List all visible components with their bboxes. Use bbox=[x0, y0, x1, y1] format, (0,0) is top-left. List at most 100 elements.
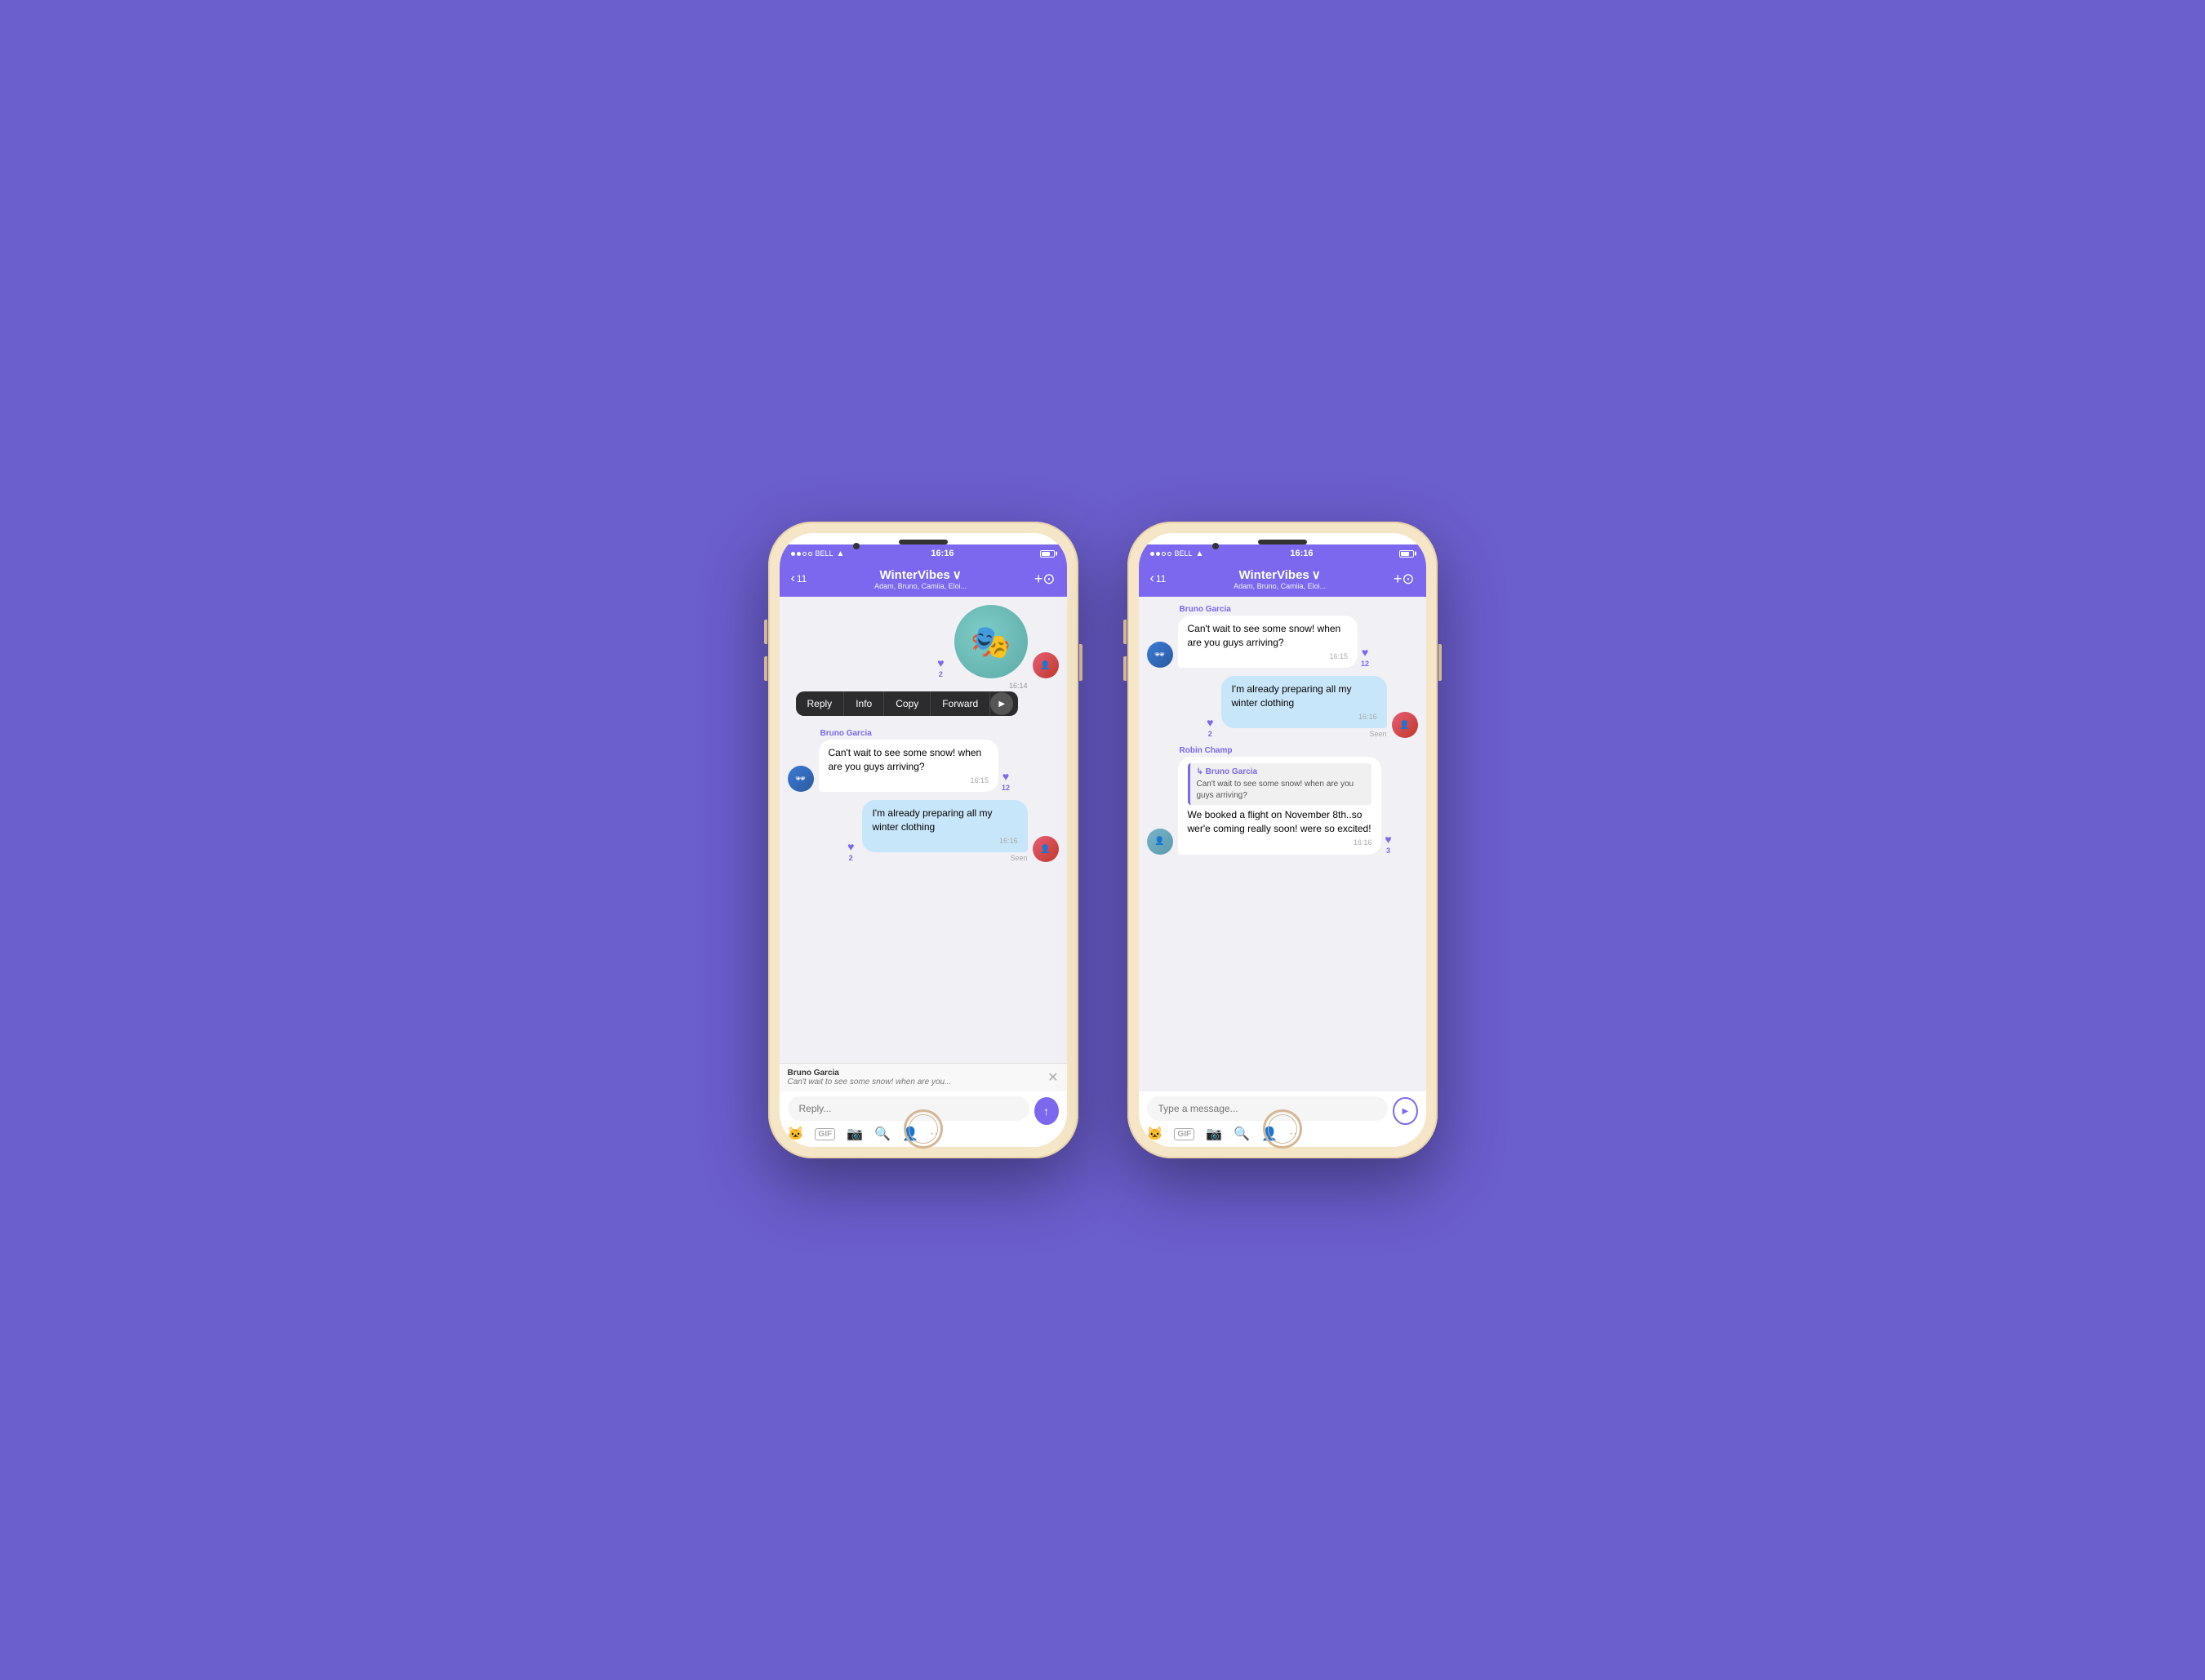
chat-header-2: ‹ 11 WinterVibes ∨ Adam, Bruno, Camiia, … bbox=[1139, 562, 1426, 597]
emoji-button-2[interactable]: 🐱 bbox=[1147, 1126, 1163, 1142]
chat-subtitle-2: Adam, Bruno, Camiia, Eloi... bbox=[1172, 582, 1387, 590]
robin-time: 16:16 bbox=[1188, 838, 1372, 848]
signal-dot-4-2 bbox=[1167, 552, 1171, 556]
heart-icon-self: ♥ bbox=[847, 840, 854, 853]
heart-icon-bruno-2: ♥ bbox=[1362, 646, 1368, 659]
bruno-avatar-2: 🕶 bbox=[1147, 642, 1173, 668]
self-bubble-wrap: I'm already preparing all my winter clot… bbox=[807, 800, 1027, 862]
send-icon-2: ▶ bbox=[1402, 1107, 1408, 1116]
signal-dot-1-2 bbox=[1150, 552, 1154, 556]
robin-content: Robin Champ ↳ Bruno Garcia Can't wait to… bbox=[1178, 746, 1382, 854]
home-button-2[interactable] bbox=[1263, 1109, 1302, 1149]
bruno-name-2: Bruno Garcia bbox=[1178, 605, 1358, 614]
heart-count-bruno: 12 bbox=[1002, 784, 1010, 792]
volume-down-btn-2 bbox=[1123, 656, 1127, 681]
gif-button[interactable]: GIF bbox=[815, 1128, 835, 1140]
reply-bar-close-button[interactable]: ✕ bbox=[1047, 1069, 1058, 1086]
bruno-avatar: 🕶 bbox=[788, 766, 814, 792]
camera-button-2[interactable]: 📷 bbox=[1206, 1126, 1222, 1142]
search-button[interactable]: 🔍 bbox=[874, 1126, 891, 1142]
context-menu: Reply Info Copy Forward ▶ bbox=[796, 691, 1019, 716]
heart-count: 2 bbox=[939, 670, 943, 678]
dropdown-icon: ∨ bbox=[953, 567, 962, 582]
heart-count-robin: 3 bbox=[1386, 847, 1390, 855]
battery-icon bbox=[1040, 550, 1055, 558]
self-avatar-2: 👤 bbox=[1392, 712, 1418, 738]
bruno-time: 16:15 bbox=[829, 776, 989, 786]
status-bar-2: BELL ▲ 16:16 bbox=[1139, 544, 1426, 562]
robin-name: Robin Champ bbox=[1178, 746, 1382, 755]
phone-top-bar-2 bbox=[1139, 533, 1426, 544]
status-time: 16:16 bbox=[931, 549, 954, 558]
volume-down-btn bbox=[764, 656, 767, 681]
search-button-2[interactable]: 🔍 bbox=[1234, 1126, 1250, 1142]
bruno-wrap-2: Bruno Garcia Can't wait to see some snow… bbox=[1178, 605, 1418, 668]
self-content-2: I'm already preparing all my winter clot… bbox=[1221, 676, 1386, 738]
bruno-reaction-2[interactable]: ♥ 12 bbox=[1361, 646, 1369, 668]
header-right-1: +⊙ bbox=[1034, 571, 1056, 588]
self-reaction[interactable]: ♥ 2 bbox=[847, 840, 854, 862]
signal-dot-2 bbox=[797, 552, 801, 556]
chat-subtitle-1: Adam, Bruno, Camiia, Eloi... bbox=[813, 582, 1028, 590]
reply-quote: ↳ Bruno Garcia Can't wait to see some sn… bbox=[1188, 763, 1372, 805]
forward-button[interactable]: Forward bbox=[931, 691, 990, 716]
phone-1-screen: BELL ▲ 16:16 ‹ 11 WinterVibe bbox=[780, 533, 1067, 1147]
self-avatar: 👤 bbox=[1033, 836, 1059, 862]
front-camera-2 bbox=[1212, 543, 1219, 549]
home-button-inner-1 bbox=[909, 1114, 938, 1144]
chat-header-1: ‹ 11 WinterVibes ∨ Adam, Bruno, Camiia, … bbox=[780, 562, 1067, 597]
send-button-1[interactable]: ↑ bbox=[1034, 1097, 1059, 1125]
add-contact-button[interactable]: +⊙ bbox=[1034, 571, 1056, 588]
status-time-2: 16:16 bbox=[1290, 549, 1313, 558]
robin-wrap: Robin Champ ↳ Bruno Garcia Can't wait to… bbox=[1178, 746, 1418, 854]
battery-fill bbox=[1042, 552, 1050, 556]
info-button[interactable]: Info bbox=[844, 691, 884, 716]
header-center-2: WinterVibes ∨ Adam, Bruno, Camiia, Eloi.… bbox=[1172, 567, 1387, 590]
reply-bar-content: Bruno Garcia Can't wait to see some snow… bbox=[788, 1069, 1048, 1087]
emoji-button[interactable]: 🐱 bbox=[788, 1126, 804, 1142]
heart-icon-bruno: ♥ bbox=[1002, 770, 1009, 783]
bruno-message-2: 🕶 Bruno Garcia Can't wait to see some sn… bbox=[1147, 605, 1418, 668]
send-button-2[interactable]: ▶ bbox=[1393, 1097, 1417, 1125]
self-time: 16:16 bbox=[872, 836, 1017, 847]
reply-button[interactable]: Reply bbox=[796, 691, 845, 716]
heart-icon-self-2: ♥ bbox=[1207, 716, 1213, 729]
heart-count-self-2: 2 bbox=[1208, 730, 1212, 738]
home-button-1[interactable] bbox=[904, 1109, 943, 1149]
bruno-message-1: 🕶 Bruno Garcia Can't wait to see some sn… bbox=[788, 729, 1059, 792]
self-wrap-2: I'm already preparing all my winter clot… bbox=[1167, 676, 1386, 738]
heart-icon-robin: ♥ bbox=[1385, 833, 1391, 846]
back-count-2: 11 bbox=[1156, 573, 1166, 584]
gif-button-2[interactable]: GIF bbox=[1174, 1128, 1194, 1140]
bruno-reaction[interactable]: ♥ 12 bbox=[1002, 770, 1010, 792]
signal-dot-2-2 bbox=[1156, 552, 1160, 556]
back-button-2[interactable]: ‹ 11 bbox=[1150, 572, 1167, 585]
bruno-bubble-wrap: Bruno Garcia Can't wait to see some snow… bbox=[819, 729, 1059, 792]
phone-1: BELL ▲ 16:16 ‹ 11 WinterVibe bbox=[768, 522, 1078, 1158]
phone-2: BELL ▲ 16:16 ‹ 11 WinterVibe bbox=[1127, 522, 1438, 1158]
phone-2-screen: BELL ▲ 16:16 ‹ 11 WinterVibe bbox=[1139, 533, 1426, 1147]
self-reaction-2[interactable]: ♥ 2 bbox=[1207, 716, 1213, 738]
copy-button[interactable]: Copy bbox=[884, 691, 931, 716]
robin-reaction[interactable]: ♥ 3 bbox=[1385, 833, 1391, 855]
bruno-bubble: Can't wait to see some snow! when are yo… bbox=[819, 740, 999, 792]
sticker-message: ♥ 2 🎭 16:14 👤 bbox=[788, 605, 1059, 678]
back-chevron-icon-2: ‹ bbox=[1150, 572, 1154, 585]
seen-text-1: Seen bbox=[862, 854, 1027, 862]
heart-count-self: 2 bbox=[849, 854, 853, 862]
seen-text-2: Seen bbox=[1221, 730, 1386, 738]
back-button-1[interactable]: ‹ 11 bbox=[791, 572, 807, 585]
heart-icon: ♥ bbox=[937, 656, 944, 669]
bruno-bubble-2: Can't wait to see some snow! when are yo… bbox=[1178, 616, 1358, 668]
carrier-label: BELL bbox=[816, 549, 834, 558]
earpiece bbox=[899, 540, 948, 544]
play-button[interactable]: ▶ bbox=[990, 692, 1013, 715]
chat-area-2: 🕶 Bruno Garcia Can't wait to see some sn… bbox=[1139, 597, 1426, 1091]
dropdown-icon-2: ∨ bbox=[1312, 567, 1321, 582]
sticker-reaction[interactable]: ♥ 2 bbox=[937, 656, 944, 678]
bruno-time-2: 16:15 bbox=[1188, 651, 1349, 662]
camera-button[interactable]: 📷 bbox=[847, 1126, 863, 1142]
status-right-2 bbox=[1399, 550, 1414, 558]
wifi-icon: ▲ bbox=[837, 549, 845, 558]
add-contact-button-2[interactable]: +⊙ bbox=[1394, 571, 1415, 588]
